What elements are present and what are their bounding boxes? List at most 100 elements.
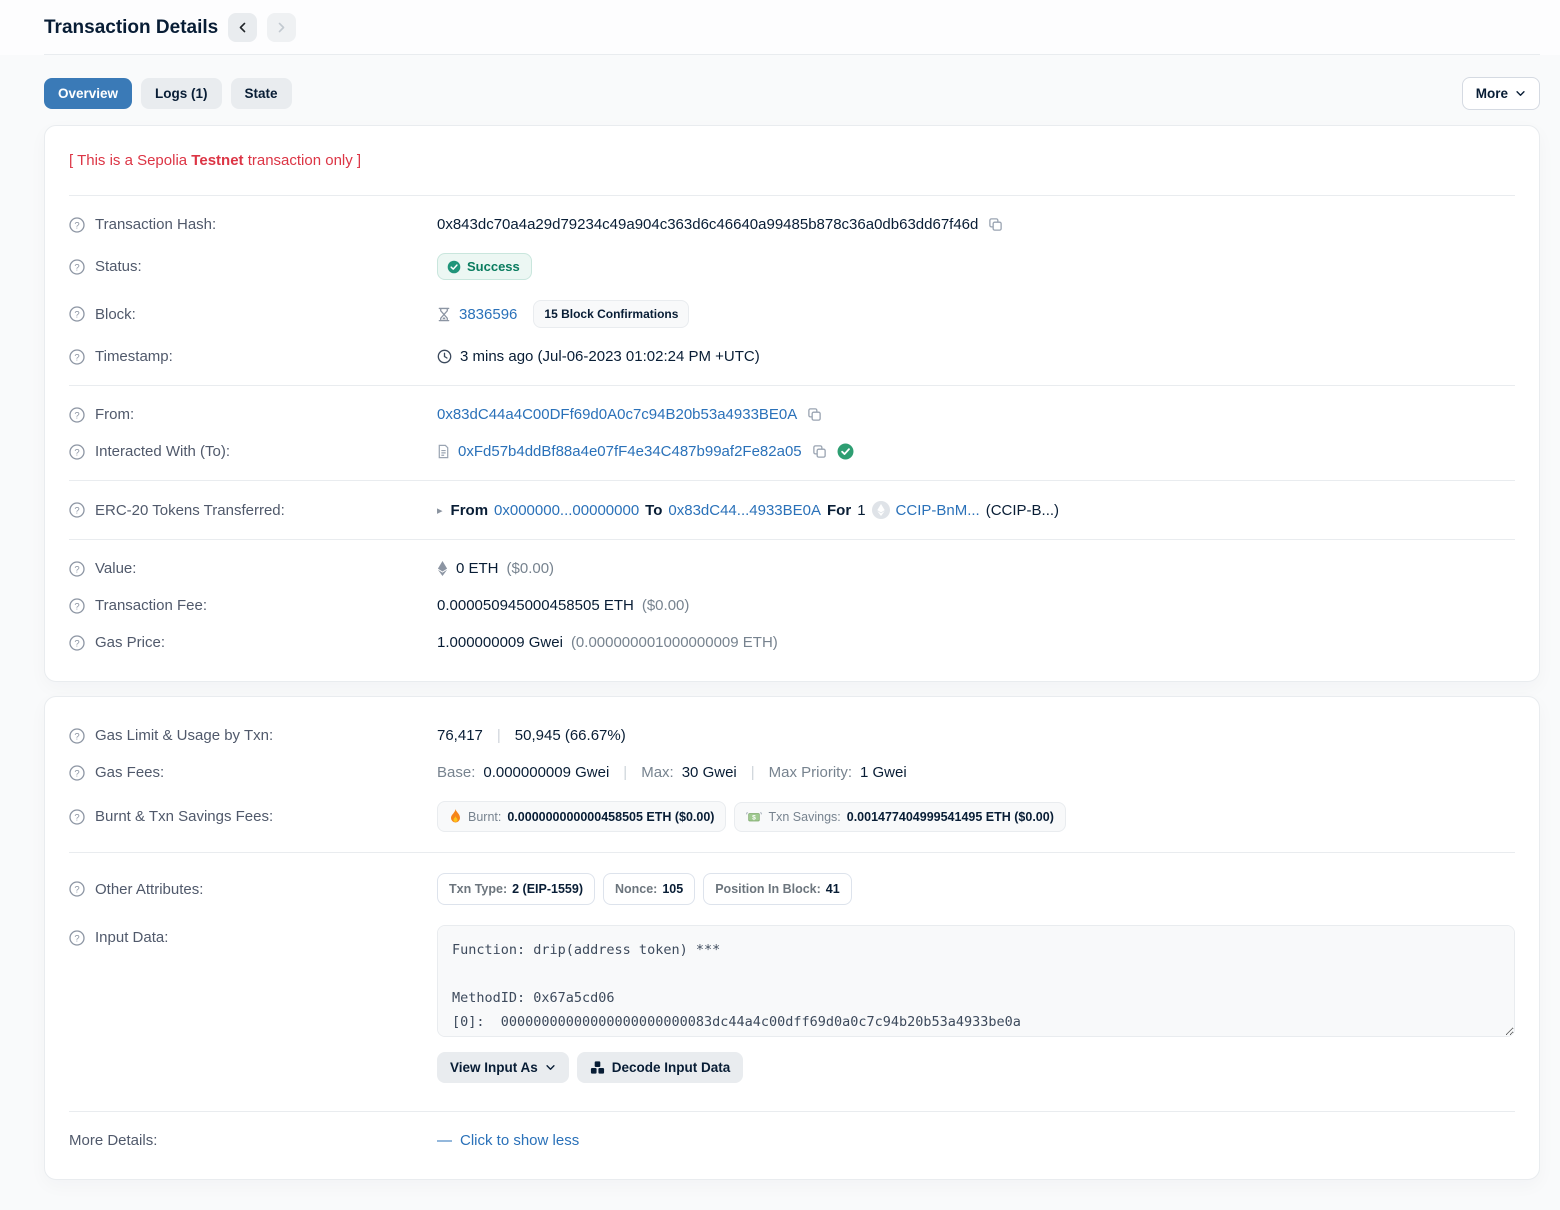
other-attributes-label: Other Attributes: — [95, 881, 203, 898]
interacted-with-label-group: ? Interacted With (To): — [69, 443, 437, 460]
input-data-textarea[interactable]: Function: drip(address token) *** Method… — [437, 925, 1515, 1037]
gas-price-gwei: 1.000000009 Gwei — [437, 634, 563, 651]
transaction-hash-label-group: ? Transaction Hash: — [69, 216, 437, 233]
svg-text:?: ? — [74, 410, 79, 421]
value-label: Value: — [95, 560, 136, 577]
separator: | — [617, 764, 633, 781]
decode-input-data-button[interactable]: Decode Input Data — [577, 1052, 744, 1083]
copy-to-address-button[interactable] — [810, 444, 829, 459]
gas-limit-label-group: ? Gas Limit & Usage by Txn: — [69, 727, 437, 744]
help-icon[interactable]: ? — [69, 930, 85, 946]
divider — [69, 385, 1515, 386]
help-icon[interactable]: ? — [69, 809, 85, 825]
help-icon[interactable]: ? — [69, 217, 85, 233]
copy-icon — [812, 444, 827, 459]
chevron-right-icon — [275, 21, 288, 34]
erc20-transfer-item: ▸ From 0x000000...00000000 To 0x83dC44..… — [437, 501, 1059, 519]
help-icon[interactable]: ? — [69, 765, 85, 781]
separator: | — [745, 764, 761, 781]
copy-icon — [988, 217, 1003, 232]
help-icon[interactable]: ? — [69, 444, 85, 460]
transfer-amount: 1 — [857, 502, 865, 519]
divider — [69, 480, 1515, 481]
transaction-overview-card: [ This is a Sepolia Testnet transaction … — [44, 125, 1540, 682]
more-dropdown-button[interactable]: More — [1462, 77, 1540, 110]
status-badge: Success — [437, 253, 532, 280]
transaction-details-card: ? Gas Limit & Usage by Txn: 76,417 | 50,… — [44, 696, 1540, 1180]
gas-price-eth: (0.000000001000000009 ETH) — [571, 634, 778, 651]
svg-text:?: ? — [74, 731, 79, 742]
help-icon[interactable]: ? — [69, 881, 85, 897]
gas-usage-value: 50,945 (66.67%) — [515, 727, 626, 744]
transfer-caret-icon: ▸ — [437, 504, 443, 517]
value-eth: 0 ETH — [456, 560, 499, 577]
help-icon[interactable]: ? — [69, 349, 85, 365]
gas-fees-label: Gas Fees: — [95, 764, 164, 781]
testnet-warning: [ This is a Sepolia Testnet transaction … — [69, 146, 1515, 185]
svg-text:$: $ — [753, 814, 757, 821]
chevron-left-icon — [236, 21, 249, 34]
svg-text:?: ? — [74, 768, 79, 779]
status-label-group: ? Status: — [69, 258, 437, 275]
check-circle-icon — [447, 260, 461, 274]
transaction-fee-label: Transaction Fee: — [95, 597, 207, 614]
copy-hash-button[interactable] — [986, 217, 1005, 232]
help-icon[interactable]: ? — [69, 561, 85, 577]
testnet-warning-highlight: Testnet — [191, 152, 243, 169]
gas-limit-label: Gas Limit & Usage by Txn: — [95, 727, 273, 744]
help-icon[interactable]: ? — [69, 502, 85, 518]
base-fee-value: 0.000000009 Gwei — [483, 764, 609, 781]
show-less-toggle[interactable]: Click to show less — [460, 1132, 579, 1149]
help-icon[interactable]: ? — [69, 598, 85, 614]
tab-overview[interactable]: Overview — [44, 78, 132, 109]
transfer-to-address-link[interactable]: 0x83dC44...4933BE0A — [668, 502, 821, 519]
next-transaction-button[interactable] — [267, 13, 296, 42]
help-icon[interactable]: ? — [69, 635, 85, 651]
header-divider — [44, 54, 1540, 55]
help-icon[interactable]: ? — [69, 306, 85, 322]
svg-text:?: ? — [74, 220, 79, 231]
value-usd: ($0.00) — [507, 560, 555, 577]
burnt-fee-value: 0.000000000000458505 ETH ($0.00) — [507, 810, 714, 824]
token-logo-icon — [872, 501, 890, 519]
nonce-value: 105 — [662, 882, 683, 896]
gas-limit-row: ? Gas Limit & Usage by Txn: 76,417 | 50,… — [69, 717, 1515, 754]
transfer-from-address-link[interactable]: 0x000000...00000000 — [494, 502, 639, 519]
tab-logs[interactable]: Logs (1) — [141, 78, 222, 109]
svg-text:?: ? — [74, 884, 79, 895]
help-icon[interactable]: ? — [69, 728, 85, 744]
txn-type-label: Txn Type: — [449, 882, 507, 896]
block-number-link[interactable]: 3836596 — [459, 306, 517, 323]
transaction-hash-row: ? Transaction Hash: 0x843dc70a4a29d79234… — [69, 206, 1515, 243]
prev-transaction-button[interactable] — [228, 13, 257, 42]
other-attributes-row: ? Other Attributes: Txn Type: 2 (EIP-155… — [69, 863, 1515, 915]
svg-text:?: ? — [74, 262, 79, 273]
erc20-label: ERC-20 Tokens Transferred: — [95, 502, 285, 519]
more-details-row: More Details: — Click to show less — [69, 1122, 1515, 1159]
gas-price-label: Gas Price: — [95, 634, 165, 651]
tab-group: Overview Logs (1) State — [44, 78, 292, 109]
status-label: Status: — [95, 258, 142, 275]
view-input-as-button[interactable]: View Input As — [437, 1052, 569, 1083]
erc20-label-group: ? ERC-20 Tokens Transferred: — [69, 502, 437, 519]
help-icon[interactable]: ? — [69, 407, 85, 423]
blocks-icon — [590, 1060, 605, 1075]
more-details-label: More Details: — [69, 1132, 157, 1149]
more-dropdown-label: More — [1476, 86, 1508, 101]
interacted-with-row: ? Interacted With (To): 0xFd57b4ddBf88a4… — [69, 433, 1515, 470]
tab-state[interactable]: State — [231, 78, 292, 109]
help-icon[interactable]: ? — [69, 259, 85, 275]
from-address-link[interactable]: 0x83dC44a4C00DFf69d0A0c7c94B20b53a4933BE… — [437, 406, 797, 423]
page-title: Transaction Details — [44, 17, 218, 39]
max-fee-label: Max: — [641, 764, 674, 781]
input-data-label-group: ? Input Data: — [69, 925, 437, 946]
token-name-link[interactable]: CCIP-BnM... — [896, 502, 980, 519]
divider — [69, 852, 1515, 853]
copy-from-address-button[interactable] — [805, 407, 824, 422]
chevron-down-icon — [545, 1062, 556, 1073]
max-priority-fee-label: Max Priority: — [769, 764, 852, 781]
to-address-link[interactable]: 0xFd57b4ddBf88a4e07fF4e34C487b99af2Fe82a… — [458, 443, 802, 460]
transaction-fee-row: ? Transaction Fee: 0.000050945000458505 … — [69, 587, 1515, 624]
tabs-row: Overview Logs (1) State More — [44, 77, 1540, 110]
position-in-block-value: 41 — [826, 882, 840, 896]
